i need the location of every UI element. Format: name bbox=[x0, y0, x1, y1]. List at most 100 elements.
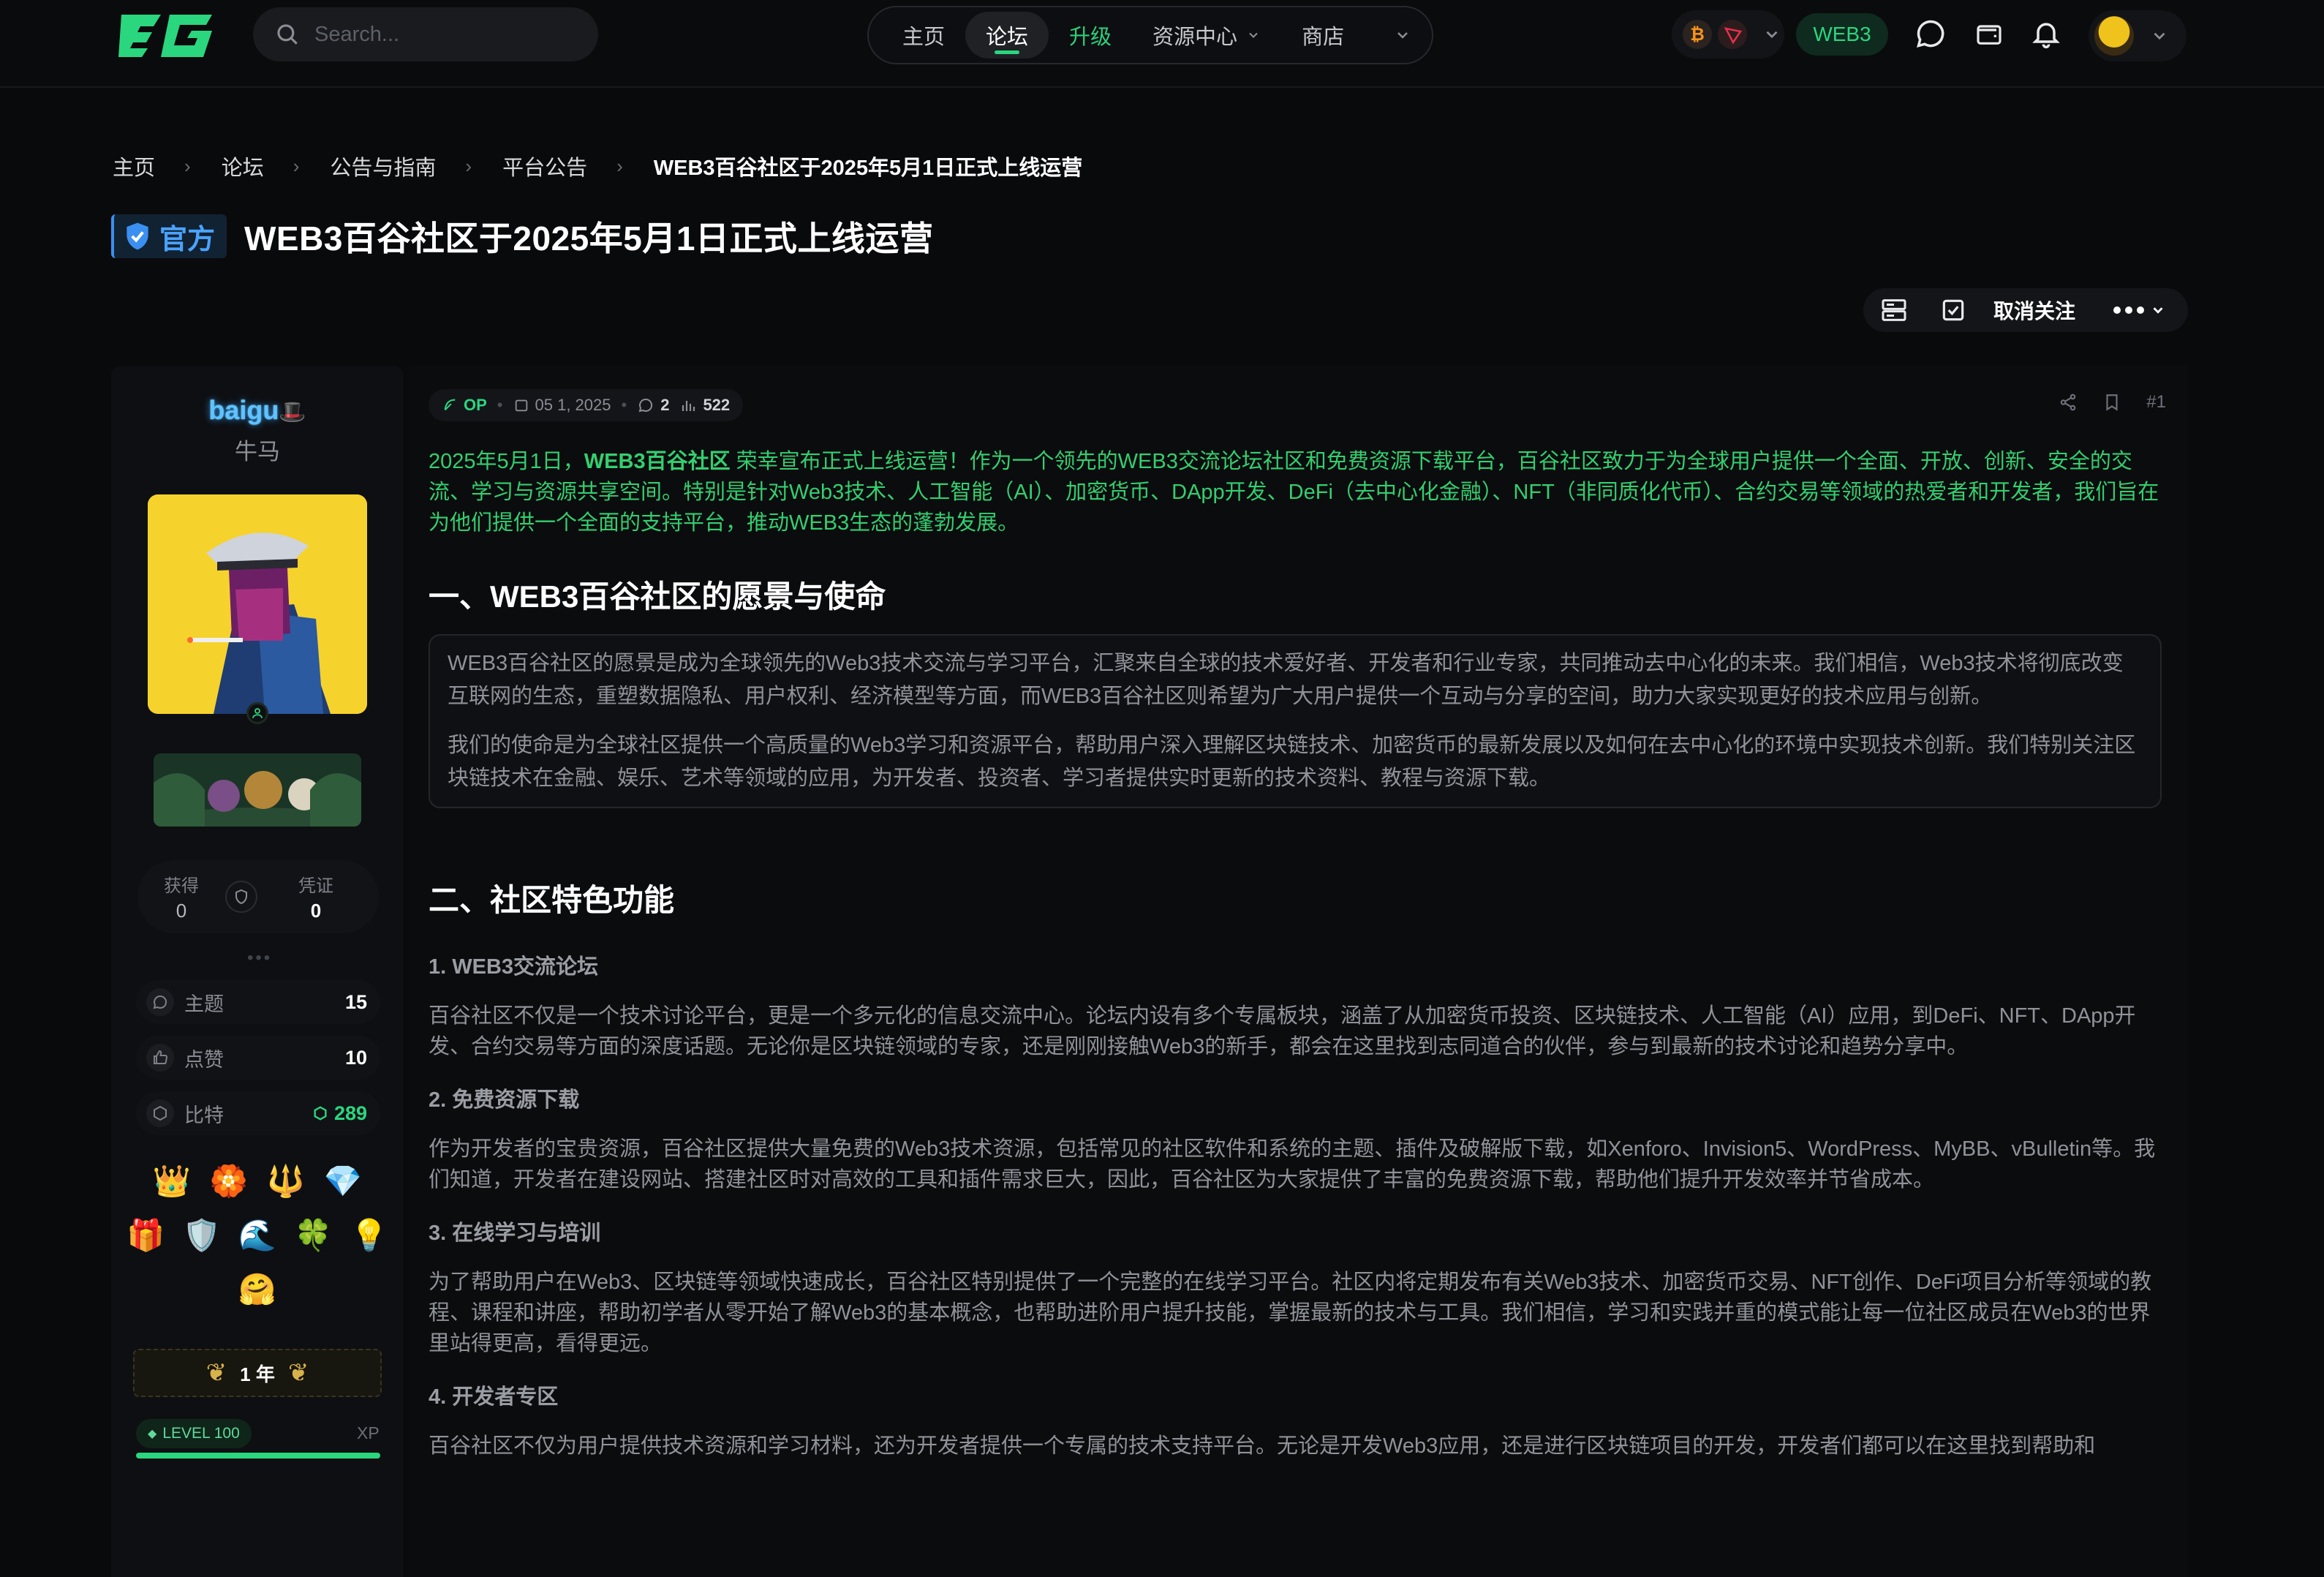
user-title: 牛马 bbox=[235, 439, 280, 464]
chevron-down-icon[interactable] bbox=[1394, 26, 1411, 44]
official-badge: 官方 bbox=[111, 214, 227, 258]
post-date-text: 05 1, 2025 bbox=[535, 396, 611, 414]
post-lead-paragraph: 2025年5月1日，WEB3百谷社区 荣幸宣布正式上线运营！作为一个领先的WEB… bbox=[429, 446, 2162, 538]
breadcrumb-home[interactable]: 主页 bbox=[113, 151, 155, 181]
user-banner bbox=[154, 753, 361, 827]
credential-label: 凭证 bbox=[298, 876, 333, 896]
bookmark-icon[interactable] bbox=[2102, 393, 2121, 412]
clover-badge-icon[interactable]: 🍀 bbox=[294, 1216, 332, 1255]
username-text: baigu bbox=[208, 395, 279, 425]
user-avatar[interactable] bbox=[148, 494, 367, 714]
verified-shield-icon bbox=[127, 222, 148, 250]
share-icon[interactable] bbox=[2059, 393, 2078, 412]
gold-crest-badge-icon[interactable]: 🏵️ bbox=[209, 1162, 249, 1201]
earned-value: 0 bbox=[176, 900, 187, 922]
search-icon bbox=[277, 24, 298, 45]
unfollow-button[interactable]: 取消关注 bbox=[1993, 296, 2075, 325]
level-label: LEVEL 100 bbox=[162, 1425, 240, 1442]
shield-badge-icon[interactable]: 🛡️ bbox=[183, 1216, 221, 1255]
checkbox-icon[interactable] bbox=[1939, 296, 1967, 324]
web3-button[interactable]: WEB3 bbox=[1796, 13, 1888, 56]
wave-badge-icon[interactable]: 🌊 bbox=[238, 1216, 276, 1255]
calendar-icon bbox=[515, 399, 527, 412]
nav-forum[interactable]: 论坛 bbox=[965, 12, 1049, 59]
chevron-right-icon: › bbox=[616, 154, 623, 177]
stat-threads-value: 15 bbox=[344, 990, 367, 1013]
nav-resources-label: 资源中心 bbox=[1152, 26, 1238, 49]
feature-2-text: 作为开发者的宝贵资源，百谷社区提供大量免费的Web3技术资源，包括常见的社区软件… bbox=[429, 1137, 2156, 1192]
notification-bell-icon[interactable] bbox=[2030, 18, 2062, 50]
bar-chart-icon bbox=[682, 401, 695, 411]
breadcrumb-announcements[interactable]: 平台公告 bbox=[502, 151, 587, 181]
credential-value: 0 bbox=[310, 900, 322, 922]
stat-threads-label: 主题 bbox=[184, 993, 224, 1015]
chevron-right-icon: › bbox=[465, 154, 472, 177]
feature-3-text: 为了帮助用户在Web3、区块链等领域快速成长，百谷社区特别提供了一个完整的在线学… bbox=[429, 1271, 2152, 1355]
more-dots-icon[interactable]: ••• bbox=[247, 948, 272, 968]
user-credentials-box: 获得 0 凭证 0 bbox=[137, 860, 379, 933]
nav-home[interactable]: 主页 bbox=[882, 12, 965, 59]
hat-emoji-icon: 🎩 bbox=[279, 400, 306, 424]
chevron-down-icon bbox=[2154, 32, 2165, 40]
quote-paragraph-1: WEB3百谷社区的愿景是成为全球领先的Web3技术交流与学习平台，汇聚来自全球的… bbox=[448, 652, 2124, 708]
search-input[interactable]: Search... bbox=[314, 23, 399, 47]
thread-actions: 取消关注 bbox=[1863, 288, 2188, 332]
post-tools: #1 bbox=[2059, 392, 2166, 413]
chat-bubble-icon bbox=[146, 988, 174, 1016]
nav-shop[interactable]: 商店 bbox=[1281, 12, 1365, 59]
chevron-right-icon: › bbox=[184, 154, 191, 177]
stat-bits-label: 比特 bbox=[184, 1104, 224, 1126]
feature-4-text: 百谷社区不仅为用户提供技术资源和学习材料，还为开发者提供一个专属的技术支持平台。… bbox=[429, 1434, 2096, 1458]
nav-resources[interactable]: 资源中心 bbox=[1132, 12, 1281, 59]
membership-years: 1 年 bbox=[240, 1363, 275, 1385]
wallet-icon[interactable] bbox=[1974, 18, 2004, 50]
reply-count-value: 2 bbox=[660, 396, 670, 414]
banner-illustration bbox=[154, 753, 361, 827]
bitcoin-icon: ₿ bbox=[1683, 20, 1712, 49]
stat-bits-value-wrap: 289 bbox=[312, 1102, 367, 1125]
quote-paragraph-2: 我们的使命是为全球社区提供一个高质量的Web3学习和资源平台，帮助用户深入理解区… bbox=[448, 734, 2136, 790]
tron-icon bbox=[1718, 20, 1747, 49]
wallet-coins-selector[interactable]: ₿ bbox=[1672, 10, 1784, 59]
xp-progress-fill bbox=[136, 1453, 380, 1459]
more-dots-icon bbox=[2113, 306, 2145, 314]
search-box[interactable]: Search... bbox=[253, 7, 598, 61]
more-options-button[interactable] bbox=[2112, 302, 2166, 318]
username[interactable]: baigu🎩 bbox=[111, 395, 404, 426]
gift-badge-icon[interactable]: 🎁 bbox=[127, 1216, 165, 1255]
stat-likes-value: 10 bbox=[344, 1046, 367, 1069]
view-count: 522 bbox=[679, 396, 730, 415]
nav-upgrade[interactable]: 升级 bbox=[1049, 12, 1132, 59]
section-heading-vision: 一、WEB3百谷社区的愿景与使命 bbox=[429, 579, 886, 614]
op-badge: OP bbox=[442, 396, 487, 415]
bit-coin-icon bbox=[314, 1106, 327, 1121]
thread-title-area: 官方 WEB3百谷社区于2025年5月1日正式上线运营 bbox=[111, 212, 933, 260]
stat-likes[interactable]: 点赞 10 bbox=[136, 1036, 380, 1080]
diamond-badge-icon[interactable]: 💎 bbox=[323, 1162, 363, 1201]
stat-bits[interactable]: 比特 289 bbox=[136, 1091, 380, 1135]
main-nav: 主页 论坛 升级 资源中心 商店 bbox=[867, 6, 1433, 64]
breadcrumb-current: WEB3百谷社区于2025年5月1日正式上线运营 bbox=[653, 157, 1083, 180]
silver-crown-badge-icon[interactable]: 👑 bbox=[152, 1162, 192, 1201]
post-meta: OP • 05 1, 2025 • 2 522 bbox=[429, 389, 744, 421]
breadcrumb-guides[interactable]: 公告与指南 bbox=[330, 151, 436, 181]
section-heading-features: 二、社区特色功能 bbox=[429, 883, 675, 917]
top-navigation-bar: Search... 主页 论坛 升级 资源中心 商店 ₿ WEB3 bbox=[0, 0, 2324, 88]
avatar bbox=[2094, 16, 2134, 56]
chat-icon[interactable] bbox=[1914, 18, 1947, 50]
comment-icon bbox=[638, 398, 653, 413]
feature-3-title: 3. 在线学习与培训 bbox=[429, 1222, 601, 1245]
server-icon[interactable] bbox=[1878, 296, 1910, 325]
breadcrumb-forum[interactable]: 论坛 bbox=[222, 151, 264, 181]
hugging-face-badge-icon[interactable]: 🤗 bbox=[238, 1270, 277, 1309]
site-logo[interactable] bbox=[118, 10, 216, 60]
post-number-link[interactable]: #1 bbox=[2146, 392, 2166, 413]
online-status-icon bbox=[246, 702, 268, 724]
avatar-illustration bbox=[148, 494, 367, 714]
stat-threads[interactable]: 主题 15 bbox=[136, 980, 380, 1024]
post-date[interactable]: 05 1, 2025 bbox=[513, 396, 611, 415]
user-menu[interactable] bbox=[2089, 10, 2187, 61]
purple-crown-badge-icon[interactable]: 🔱 bbox=[266, 1162, 306, 1201]
lightbulb-badge-icon[interactable]: 💡 bbox=[350, 1216, 388, 1255]
shield-icon[interactable] bbox=[225, 881, 257, 913]
